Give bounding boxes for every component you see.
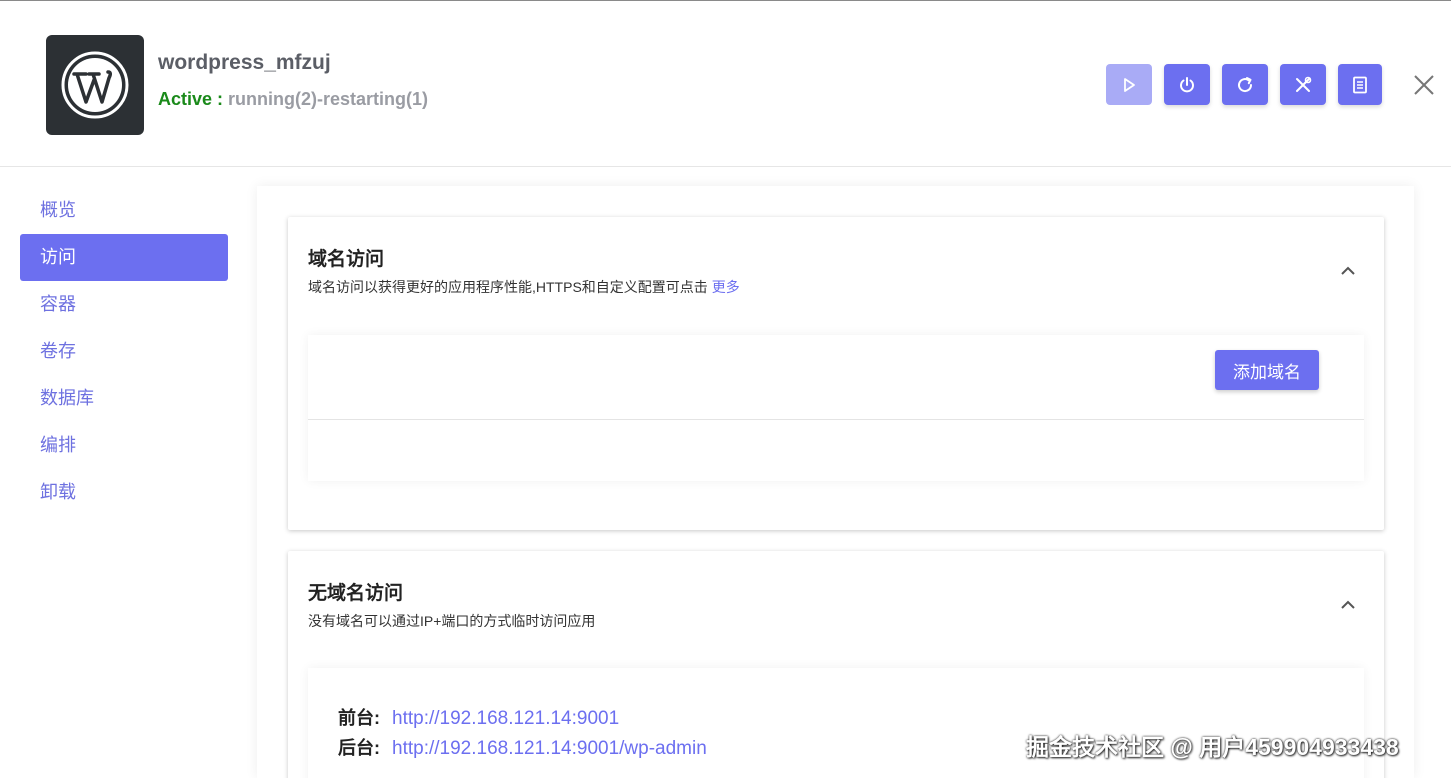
settings-button[interactable] (1280, 64, 1326, 105)
divider (308, 419, 1364, 420)
app-name: wordpress_mfzuj (158, 51, 331, 74)
power-icon (1180, 76, 1194, 92)
no-domain-access-title: 无域名访问 (308, 583, 404, 604)
add-domain-button[interactable]: 添加域名 (1215, 350, 1319, 390)
chevron-up-icon[interactable] (1336, 593, 1360, 617)
status-detail: running(2)-restarting(1) (228, 89, 429, 109)
backend-url-link[interactable]: http://192.168.121.14:9001/wp-admin (392, 738, 707, 759)
app-toolbar (1106, 64, 1382, 105)
sidebar-item-access[interactable]: 访问 (20, 234, 228, 281)
frontend-label: 前台: (338, 708, 380, 728)
restart-button[interactable] (1222, 64, 1268, 105)
document-icon (1353, 76, 1367, 93)
tools-icon (1296, 76, 1312, 92)
sidebar-item-compose[interactable]: 编排 (20, 422, 228, 469)
more-link[interactable]: 更多 (712, 279, 740, 295)
sidebar-item-database[interactable]: 数据库 (20, 375, 228, 422)
wordpress-logo-icon (46, 35, 144, 135)
sidebar-item-volumes[interactable]: 卷存 (20, 328, 228, 375)
start-button[interactable] (1106, 64, 1152, 105)
domain-access-description: 域名访问以获得更好的应用程序性能,HTTPS和自定义配置可点击 (308, 279, 708, 295)
backend-label: 后台: (338, 738, 380, 758)
sidebar-item-containers[interactable]: 容器 (20, 281, 228, 328)
chevron-up-icon[interactable] (1336, 259, 1360, 283)
domain-access-title: 域名访问 (308, 249, 385, 270)
close-button[interactable] (1409, 70, 1439, 100)
sidebar-item-uninstall[interactable]: 卸载 (20, 469, 228, 516)
no-domain-access-subtitle: 没有域名可以通过IP+端口的方式临时访问应用 (308, 613, 596, 629)
domain-access-card: 域名访问 域名访问以获得更好的应用程序性能,HTTPS和自定义配置可点击 更多 添… (288, 217, 1384, 530)
logs-button[interactable] (1338, 64, 1382, 105)
play-icon (1124, 77, 1135, 92)
frontend-url-link[interactable]: http://192.168.121.14:9001 (392, 708, 619, 729)
sidebar-nav: 概览 访问 容器 卷存 数据库 编排 卸载 (20, 187, 228, 516)
watermark: 掘金技术社区 @ 用户459904933438 (1026, 734, 1399, 760)
status-active-label: Active : (158, 89, 224, 109)
restart-icon (1238, 76, 1253, 92)
backend-access-row: 后台: http://192.168.121.14:9001/wp-admin (338, 734, 707, 760)
frontend-access-row: 前台: http://192.168.121.14:9001 (338, 704, 619, 730)
sidebar-item-overview[interactable]: 概览 (20, 187, 228, 234)
close-icon (1414, 75, 1434, 95)
domain-list-panel: 添加域名 (308, 335, 1364, 481)
domain-access-subtitle: 域名访问以获得更好的应用程序性能,HTTPS和自定义配置可点击 更多 (308, 277, 740, 297)
stop-button[interactable] (1164, 64, 1210, 105)
app-status: Active : running(2)-restarting(1) (158, 89, 428, 110)
app-header: wordpress_mfzuj Active : running(2)-rest… (0, 0, 1451, 167)
